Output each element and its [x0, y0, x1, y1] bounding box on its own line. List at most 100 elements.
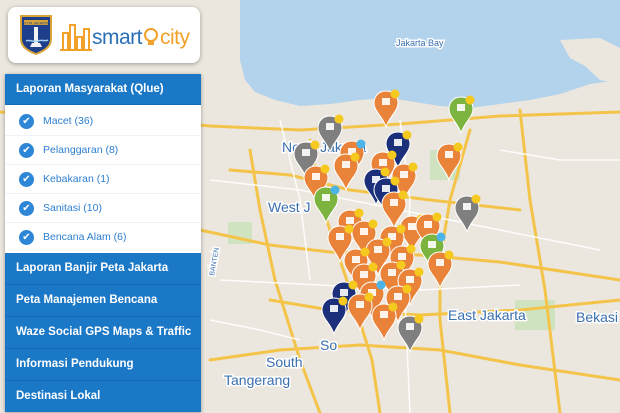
star-badge-icon: [356, 139, 366, 149]
layer-panel: Laporan Masyarakat (Qlue) ✔ Macet (36) ✔ P…: [5, 74, 201, 412]
report-type-icon: [428, 241, 436, 248]
logo-card[interactable]: KOTA JAKARTA smart city: [8, 7, 200, 63]
report-type-icon: [408, 223, 416, 230]
map-label-bekasi: Bekasi: [576, 309, 618, 325]
star-badge-icon: [360, 247, 370, 257]
qlue-category-list: ✔ Macet (36) ✔ Pelanggaran (8) ✔ Kebakaran …: [5, 105, 201, 253]
star-badge-icon: [453, 142, 463, 152]
jakarta-crest-icon: KOTA JAKARTA: [20, 15, 52, 55]
checkmark-icon[interactable]: ✔: [19, 113, 34, 129]
category-label: Sanitasi (10): [43, 202, 102, 214]
report-type-icon: [424, 221, 432, 228]
map-label-center: So: [320, 337, 337, 353]
report-type-icon: [342, 161, 350, 168]
report-type-icon: [390, 199, 398, 206]
star-badge-icon: [354, 208, 364, 218]
star-badge-icon: [350, 152, 360, 162]
star-badge-icon: [344, 224, 354, 234]
report-type-icon: [379, 159, 387, 166]
star-badge-icon: [406, 244, 416, 254]
jakarta-bay-water: [240, 0, 620, 108]
star-badge-icon: [390, 176, 400, 186]
report-type-icon: [374, 246, 382, 253]
star-badge-icon: [382, 237, 392, 247]
category-label: Macet (36): [43, 115, 94, 127]
map-label-south: South: [266, 354, 303, 370]
star-badge-icon: [432, 212, 442, 222]
map-label-bay: Jakarta Bay: [396, 38, 444, 48]
report-type-icon: [322, 194, 330, 201]
star-badge-icon: [338, 296, 348, 306]
checkmark-icon[interactable]: ✔: [19, 229, 34, 245]
star-badge-icon: [310, 140, 320, 150]
menu-informasi-pendukung[interactable]: Informasi Pendukung: [5, 349, 201, 381]
star-badge-icon: [414, 267, 424, 277]
report-type-icon: [360, 228, 368, 235]
report-type-icon: [382, 185, 390, 192]
report-type-icon: [388, 269, 396, 276]
report-type-icon: [330, 305, 338, 312]
menu-waze-traffic[interactable]: Waze Social GPS Maps & Traffic: [5, 317, 201, 349]
report-type-icon: [463, 203, 471, 210]
star-badge-icon: [368, 219, 378, 229]
category-macet[interactable]: ✔ Macet (36): [5, 107, 201, 136]
city-skyline-icon: [60, 24, 92, 51]
category-pelanggaran[interactable]: ✔ Pelanggaran (8): [5, 136, 201, 165]
category-kebakaran[interactable]: ✔ Kebakaran (1): [5, 165, 201, 194]
report-type-icon: [406, 323, 414, 330]
report-type-icon: [336, 233, 344, 240]
star-badge-icon: [387, 150, 397, 160]
star-badge-icon: [402, 284, 412, 294]
star-badge-icon: [376, 280, 386, 290]
category-sanitasi[interactable]: ✔ Sanitasi (10): [5, 194, 201, 223]
map-label-west: West J: [268, 199, 311, 215]
star-badge-icon: [320, 164, 330, 174]
report-type-icon: [457, 104, 465, 111]
brand-name: smart city: [92, 26, 190, 50]
star-badge-icon: [444, 250, 454, 260]
report-type-icon: [436, 259, 444, 266]
report-type-icon: [312, 173, 320, 180]
category-label: Pelanggaran (8): [43, 144, 119, 156]
report-type-icon: [394, 139, 402, 146]
star-badge-icon: [334, 114, 344, 124]
brand-city: city: [160, 26, 190, 49]
report-type-icon: [394, 293, 402, 300]
report-type-icon: [406, 276, 414, 283]
report-type-icon: [400, 171, 408, 178]
star-badge-icon: [330, 185, 340, 195]
checkmark-icon[interactable]: ✔: [19, 200, 34, 216]
star-badge-icon: [471, 194, 481, 204]
lightbulb-icon: [144, 28, 158, 45]
brand-smart: smart: [92, 26, 143, 49]
menu-laporan-banjir[interactable]: Laporan Banjir Peta Jakarta: [5, 253, 201, 285]
star-badge-icon: [402, 130, 412, 140]
report-type-icon: [360, 271, 368, 278]
report-type-icon: [398, 253, 406, 260]
map-label-tangerang: Tangerang: [224, 372, 290, 388]
star-badge-icon: [380, 167, 390, 177]
checkmark-icon[interactable]: ✔: [19, 171, 34, 187]
report-type-icon: [302, 149, 310, 156]
report-type-icon: [382, 98, 390, 105]
report-type-icon: [356, 301, 364, 308]
star-badge-icon: [368, 262, 378, 272]
menu-destinasi-lokal[interactable]: Destinasi Lokal: [5, 381, 201, 412]
star-badge-icon: [414, 314, 424, 324]
category-bencana-alam[interactable]: ✔ Bencana Alam (6): [5, 223, 201, 251]
report-type-icon: [326, 123, 334, 130]
star-badge-icon: [396, 260, 406, 270]
panel-header-qlue[interactable]: Laporan Masyarakat (Qlue): [5, 74, 201, 105]
checkmark-icon[interactable]: ✔: [19, 142, 34, 158]
star-badge-icon: [396, 224, 406, 234]
star-badge-icon: [465, 95, 475, 105]
menu-manajemen-bencana[interactable]: Peta Manajemen Bencana: [5, 285, 201, 317]
report-type-icon: [352, 256, 360, 263]
report-type-icon: [445, 151, 453, 158]
star-badge-icon: [348, 280, 358, 290]
star-badge-icon: [436, 232, 446, 242]
map-label-east: East Jakarta: [448, 307, 526, 323]
crest-caption: KOTA JAKARTA: [23, 21, 50, 25]
star-badge-icon: [390, 89, 400, 99]
smart-city-logo: smart city: [60, 15, 196, 55]
